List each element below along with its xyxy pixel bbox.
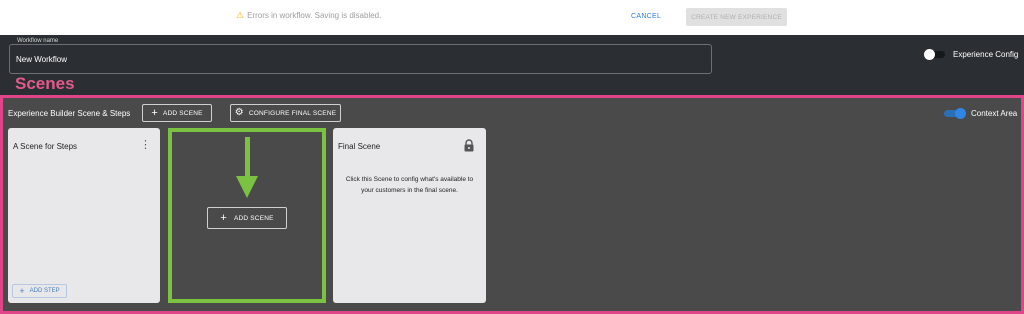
add-scene-label: ADD SCENE xyxy=(162,109,203,117)
error-notice-text: Errors in workflow. Saving is disabled. xyxy=(247,11,382,20)
context-area-toggle[interactable] xyxy=(944,108,966,119)
arrow-head xyxy=(236,176,258,198)
configure-final-scene-button[interactable]: ⚙ CONFIGURE FINAL SCENE xyxy=(230,104,341,122)
workflow-name-input[interactable]: New Workflow xyxy=(16,55,67,64)
experience-config-label: Experience Config xyxy=(953,50,1019,59)
lock-icon xyxy=(464,139,474,152)
add-scene-button-card[interactable]: + ADD SCENE xyxy=(207,207,287,229)
warning-icon: ⚠ xyxy=(236,10,245,20)
error-notice: ⚠ Errors in workflow. Saving is disabled… xyxy=(236,10,382,21)
notice-bar xyxy=(0,0,1024,35)
experience-config-toggle[interactable] xyxy=(924,49,946,60)
workflow-name-label: Workflow name xyxy=(15,38,61,44)
context-area-label: Context Area xyxy=(971,109,1018,118)
configure-final-scene-label: CONFIGURE FINAL SCENE xyxy=(248,109,337,117)
final-scene-description: Click this Scene to config what's availa… xyxy=(345,176,474,194)
cancel-button[interactable]: CANCEL xyxy=(631,13,661,20)
add-step-label: ADD STEP xyxy=(29,288,60,294)
add-scene-card-label: ADD SCENE xyxy=(233,214,274,222)
more-vert-icon[interactable]: ⋮ xyxy=(140,140,151,151)
add-step-button[interactable]: + ADD STEP xyxy=(12,284,67,298)
arrow-down-icon xyxy=(245,137,250,177)
create-new-experience-button[interactable]: CREATE NEW EXPERIENCE xyxy=(686,8,787,26)
scene-builder-title: Experience Builder Scene & Steps xyxy=(8,109,131,118)
final-scene-card[interactable] xyxy=(333,128,486,303)
scene-card[interactable] xyxy=(8,128,160,303)
plus-icon: + xyxy=(220,212,227,224)
scenes-heading: Scenes xyxy=(15,74,75,93)
gear-icon: ⚙ xyxy=(234,107,244,118)
plus-icon: + xyxy=(151,107,158,119)
workflow-name-field[interactable] xyxy=(9,44,712,74)
add-scene-button[interactable]: + ADD SCENE xyxy=(142,104,212,122)
scene-card-title: A Scene for Steps xyxy=(13,142,78,151)
plus-icon: + xyxy=(19,286,25,296)
toggle-knob xyxy=(955,108,966,119)
toggle-knob xyxy=(924,49,935,60)
final-scene-title: Final Scene xyxy=(338,142,381,151)
